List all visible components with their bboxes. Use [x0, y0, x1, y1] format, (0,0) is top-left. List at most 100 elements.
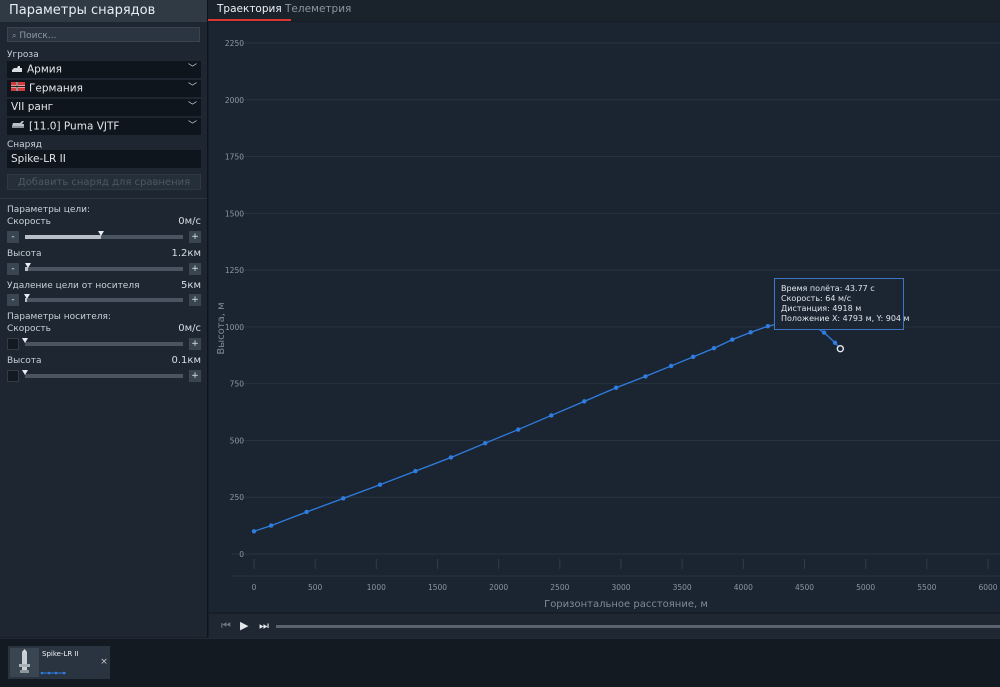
trajectory-point	[821, 330, 827, 335]
germany-flag-icon	[11, 80, 25, 97]
skip-back-icon[interactable]: ⏮	[221, 614, 231, 638]
compare-card-name: Spike-LR II	[42, 650, 79, 658]
rank-select-value: VII ранг	[11, 101, 54, 113]
skip-forward-icon[interactable]: ⏭	[259, 614, 269, 638]
trajectory-point	[268, 523, 274, 528]
chart-tooltip: Время полёта: 43.77 с Скорость: 64 м/с Д…	[774, 278, 910, 330]
trajectory-point	[304, 509, 309, 515]
tooltip-distance: Дистанция: 4918 м	[781, 304, 862, 313]
target-distance-plus-button[interactable]: +	[189, 294, 201, 306]
search-placeholder: Поиск...	[19, 31, 57, 41]
slider-track[interactable]	[22, 370, 183, 378]
tank-silhouette-icon	[11, 61, 23, 78]
trajectory-point	[730, 337, 735, 342]
slider-thumb[interactable]	[22, 338, 28, 343]
target-distance-value: 5км	[181, 280, 201, 291]
threat-select[interactable]: Армия ﹀	[7, 61, 201, 78]
y-tick-label: 1000	[225, 323, 244, 332]
target-speed-value: 0м/с	[178, 216, 201, 227]
carrier-params-label: Параметры носителя:	[7, 312, 111, 322]
slider-track[interactable]	[23, 294, 183, 302]
carrier-speed-value: 0м/с	[178, 323, 201, 334]
target-params-label: Параметры цели:	[7, 205, 91, 215]
country-select[interactable]: Германия ﹀	[7, 80, 201, 97]
trajectory-point	[668, 363, 674, 369]
y-tick-label: 1250	[225, 266, 244, 275]
carrier-speed-slider[interactable]: +	[7, 338, 201, 350]
carrier-height-value: 0.1км	[171, 355, 202, 366]
trajectory-point	[341, 496, 346, 501]
x-tick-label: 2000	[489, 583, 508, 592]
vehicle-icon	[11, 118, 25, 135]
y-tick-label: 0	[239, 550, 244, 559]
trajectory-point	[483, 440, 488, 446]
slider-track[interactable]	[22, 338, 183, 346]
x-tick-label: 1000	[367, 583, 386, 592]
slider-thumb[interactable]	[22, 370, 28, 375]
chevron-down-icon: ﹀	[187, 102, 197, 112]
chevron-down-icon: ﹀	[187, 83, 197, 93]
threat-select-value: Армия	[27, 63, 62, 76]
slider-thumb[interactable]	[23, 294, 30, 299]
trajectory-point	[549, 413, 554, 418]
carrier-height-label: Высота	[7, 356, 42, 366]
slider-thumb[interactable]	[25, 263, 32, 268]
y-tick-label: 500	[230, 436, 245, 445]
target-distance-minus-button[interactable]: -	[7, 294, 19, 306]
chevron-down-icon: ﹀	[187, 64, 197, 74]
y-tick-label: 1500	[225, 209, 244, 218]
target-height-slider[interactable]: - +	[7, 263, 201, 275]
slider-track[interactable]	[25, 231, 183, 239]
trajectory-point	[711, 346, 717, 351]
slider-thumb[interactable]	[97, 231, 104, 236]
tab-telemetry[interactable]: Телеметрия	[276, 0, 360, 21]
y-tick-label: 1750	[225, 153, 244, 162]
trajectory-point	[765, 324, 770, 329]
close-icon[interactable]: ×	[98, 646, 110, 679]
x-tick-label: 500	[308, 583, 323, 592]
y-tick-label: 2000	[225, 96, 244, 105]
add-shell-compare-button[interactable]: Добавить снаряд для сравнения	[7, 174, 201, 190]
search-input[interactable]: ⌕ Поиск...	[7, 27, 200, 42]
x-tick-label: 2500	[550, 583, 569, 592]
target-speed-slider[interactable]: - +	[7, 231, 201, 243]
y-tick-label: 250	[230, 493, 245, 502]
target-height-label: Высота	[7, 249, 42, 259]
compare-card-spike[interactable]: Spike-LR II	[8, 646, 98, 679]
target-height-plus-button[interactable]: +	[189, 263, 201, 275]
y-axis-label: Высота, м	[216, 302, 227, 354]
y-tick-label: 2250	[225, 39, 244, 48]
target-speed-label: Скорость	[7, 217, 51, 227]
play-icon[interactable]: ▶	[240, 614, 248, 638]
x-tick-label: 3500	[673, 583, 692, 592]
view-tabs: Траектория Телеметрия	[208, 0, 1000, 21]
x-tick-label: 4000	[734, 583, 753, 592]
shell-field[interactable]: Spike-LR II	[7, 150, 201, 168]
playback-progress-track[interactable]	[276, 625, 1000, 628]
x-tick-label: 6000	[978, 583, 997, 592]
target-distance-slider[interactable]: - +	[7, 294, 201, 306]
x-tick-label: 5500	[917, 583, 936, 592]
trajectory-point	[690, 354, 696, 360]
slider-track[interactable]	[25, 263, 183, 271]
target-speed-plus-button[interactable]: +	[189, 231, 201, 243]
sidebar-divider	[0, 198, 207, 199]
carrier-height-slider[interactable]: +	[7, 370, 201, 382]
trajectory-point	[748, 330, 753, 335]
carrier-height-plus-button[interactable]: +	[189, 370, 201, 382]
carrier-speed-plus-button[interactable]: +	[189, 338, 201, 350]
vehicle-select[interactable]: [11.0] Puma VJTF ﹀	[7, 118, 201, 135]
rank-select[interactable]: VII ранг ﹀	[7, 99, 201, 116]
x-tick-label: 3000	[611, 583, 630, 592]
search-icon: ⌕	[12, 31, 17, 40]
target-height-minus-button[interactable]: -	[7, 263, 19, 275]
y-tick-label: 750	[230, 380, 245, 389]
vehicle-select-value: [11.0] Puma VJTF	[29, 120, 120, 133]
highlight-point	[836, 344, 845, 353]
compare-bar: Spike-LR II ×	[0, 638, 1000, 687]
x-tick-label: 5000	[856, 583, 875, 592]
target-speed-minus-button[interactable]: -	[7, 231, 19, 243]
tooltip-speed: Скорость: 64 м/с	[781, 294, 852, 303]
shell-field-value: Spike-LR II	[11, 153, 66, 165]
trajectory-mini-icon	[40, 671, 66, 675]
